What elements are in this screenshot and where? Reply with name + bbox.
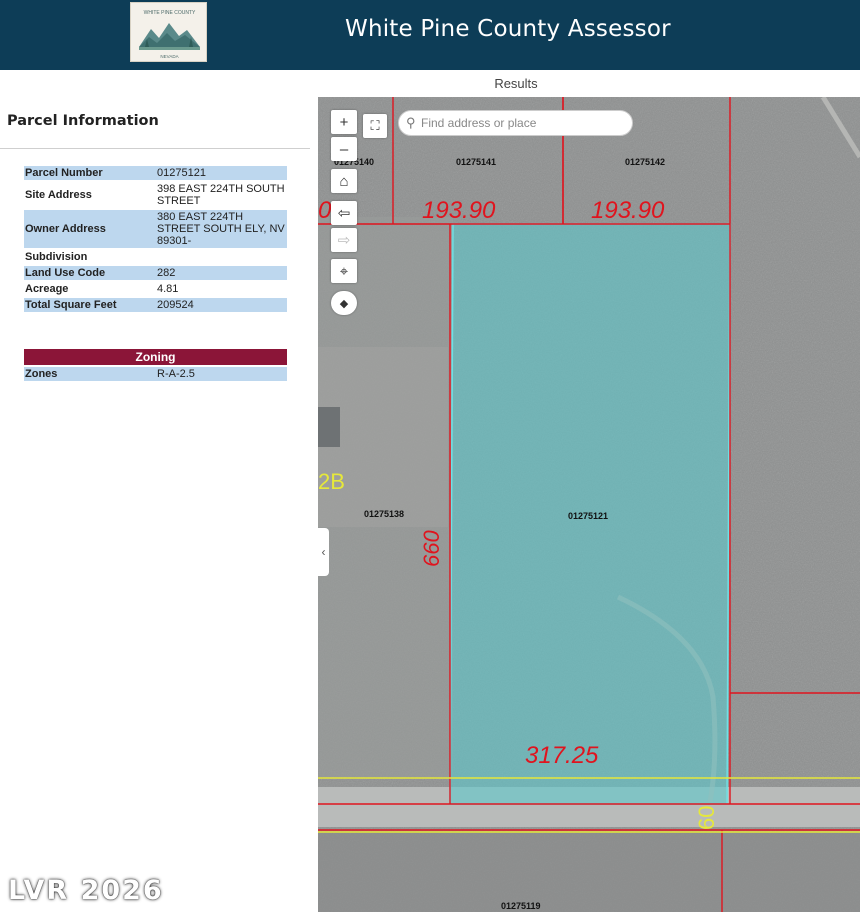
dimension-label: 660 <box>419 530 444 567</box>
home-button[interactable]: ⌂ <box>331 169 357 193</box>
row-label: Zones <box>24 367 156 381</box>
table-row: Owner Address 380 EAST 224TH STREET SOUTH… <box>24 210 287 248</box>
collapse-panel-button[interactable]: ‹ <box>318 528 329 576</box>
search-placeholder: Find address or place <box>421 116 537 130</box>
results-label: Results <box>494 76 538 91</box>
app-title: White Pine County Assessor <box>345 16 671 42</box>
parcel-label: 01275141 <box>456 157 496 167</box>
search-icon: ⚲ <box>406 115 416 130</box>
dimension-label: 60 <box>694 806 719 830</box>
row-value: 282 <box>156 266 287 280</box>
locate-button[interactable]: ⌖ <box>331 259 357 283</box>
search-input[interactable]: ⚲ Find address or place <box>398 110 633 136</box>
map-view[interactable]: 01275140 01275141 01275142 01275138 0127… <box>318 97 860 912</box>
previous-extent-button[interactable]: ⇦ <box>331 201 357 225</box>
table-row: Acreage 4.81 <box>24 282 287 296</box>
zoning-header-row: Zoning <box>24 349 287 365</box>
zoom-in-button[interactable]: + <box>331 110 357 134</box>
parcel-label: 01275121 <box>568 511 608 521</box>
basemap-toggle-button[interactable]: ⛶ <box>363 114 387 138</box>
zoom-out-button[interactable]: – <box>331 137 357 161</box>
watermark: LVR 2026 <box>8 875 164 906</box>
app-header: WHITE PINE COUNTY NEVADA White Pine Coun… <box>0 0 860 70</box>
panel-title: Parcel Information <box>7 113 159 129</box>
dimension-label: 193.90 <box>422 197 496 224</box>
compass-button[interactable]: ◆ <box>331 291 357 315</box>
parcel-label: 01275142 <box>625 157 665 167</box>
dimension-label: 0 <box>318 197 332 224</box>
row-value <box>156 250 287 264</box>
row-value: 01275121 <box>156 166 287 180</box>
zoning-heading: Zoning <box>24 349 287 365</box>
zoning-table: Zoning Zones R-A-2.5 <box>24 347 287 383</box>
parcel-label: 01275119 <box>501 901 541 911</box>
county-logo: WHITE PINE COUNTY NEVADA <box>130 2 207 62</box>
table-row: Total Square Feet 209524 <box>24 298 287 312</box>
dimension-label: 193.90 <box>591 197 665 224</box>
table-row: Land Use Code 282 <box>24 266 287 280</box>
table-row: Parcel Number 01275121 <box>24 166 287 180</box>
next-extent-button[interactable]: ⇨ <box>331 228 357 252</box>
parcel-info-table: Parcel Number 01275121 Site Address 398 EAS… <box>24 164 287 314</box>
row-value: R-A-2.5 <box>156 367 287 381</box>
row-label: Parcel Number <box>24 166 156 180</box>
row-label: Land Use Code <box>24 266 156 280</box>
parcel-label: 01275138 <box>364 509 404 519</box>
dimension-label: 2B <box>318 469 345 494</box>
row-label: Subdivision <box>25 251 88 263</box>
table-row: Subdivision <box>24 250 287 264</box>
row-label: Total Square Feet <box>24 298 156 312</box>
table-row: Site Address 398 EAST 224TH SOUTH STREET <box>24 182 287 208</box>
row-label: Owner Address <box>24 210 156 248</box>
logo-bottom-text: NEVADA <box>160 54 178 59</box>
row-value: 209524 <box>156 298 287 312</box>
row-label: Site Address <box>25 189 92 201</box>
dimension-label: 317.25 <box>525 742 599 769</box>
row-label: Acreage <box>25 283 69 295</box>
parcel-map: 01275140 01275141 01275142 01275138 0127… <box>318 97 860 912</box>
row-value: 380 EAST 224TH STREET SOUTH ELY, NV 8930… <box>156 210 287 248</box>
row-value: 4.81 <box>157 283 179 295</box>
panel-divider <box>0 148 310 149</box>
table-row: Zones R-A-2.5 <box>24 367 287 381</box>
row-value: 398 EAST 224TH SOUTH STREET <box>157 183 285 207</box>
logo-top-text: WHITE PINE COUNTY <box>144 10 196 16</box>
